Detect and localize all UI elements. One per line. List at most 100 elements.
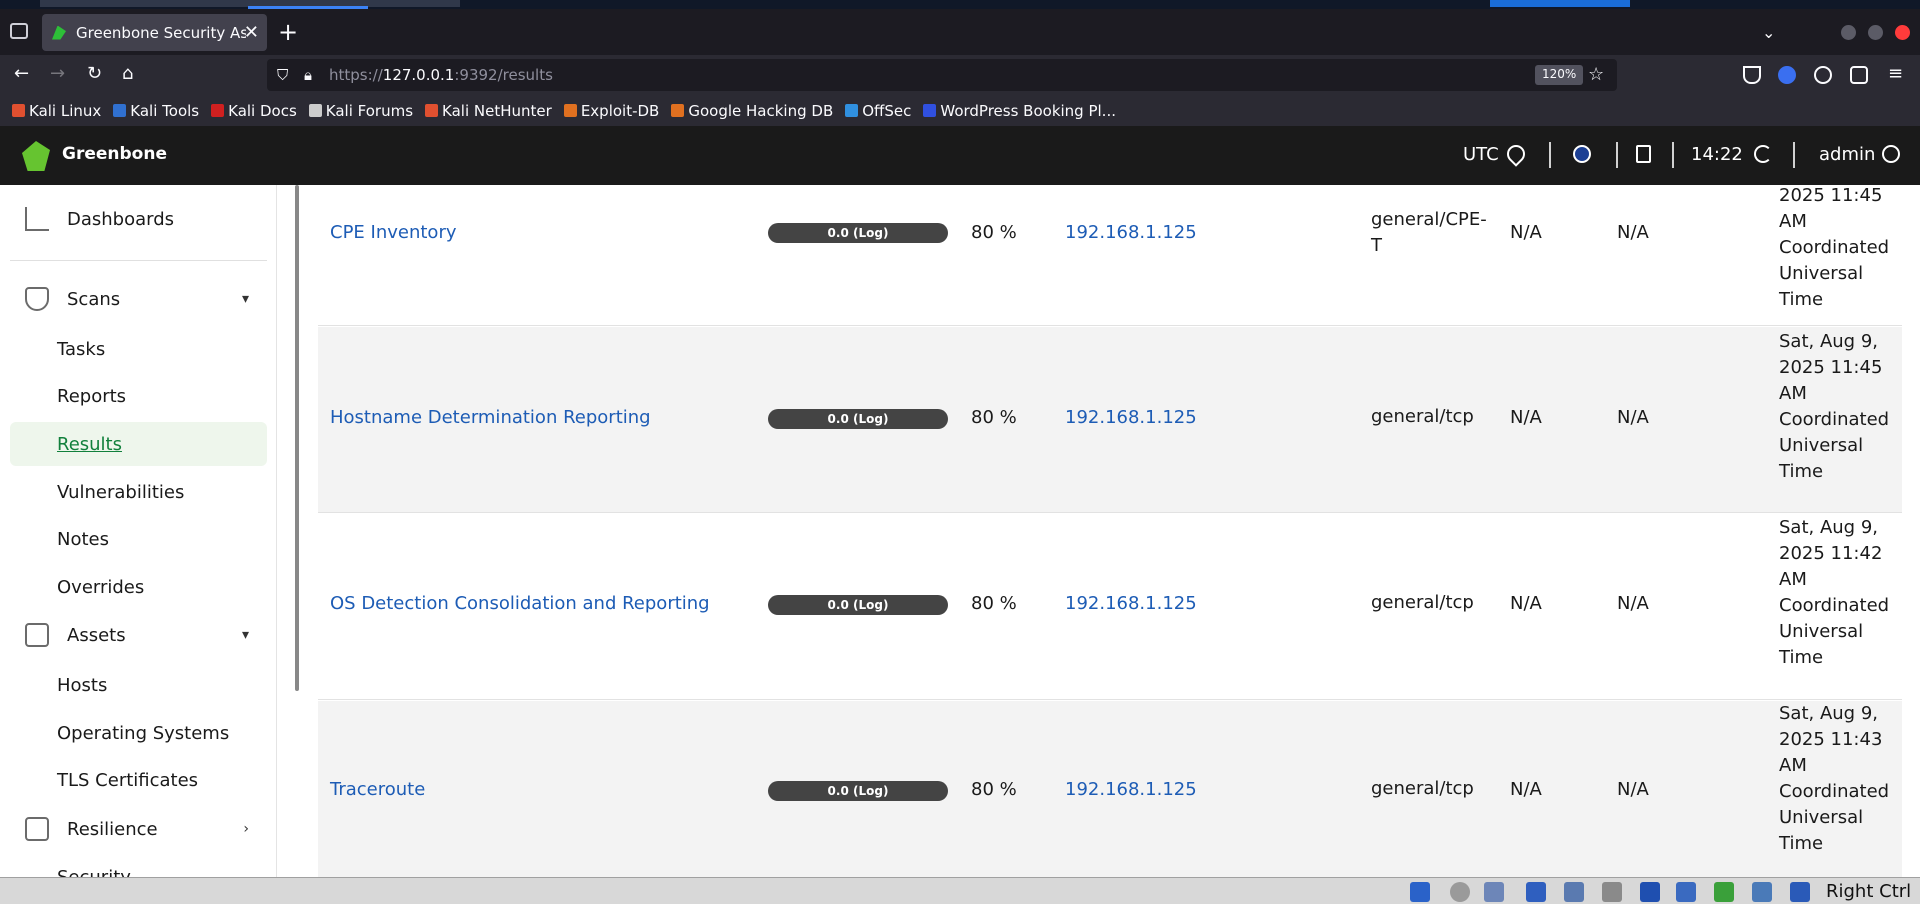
bookmark-offsec[interactable]: OffSec bbox=[845, 102, 911, 120]
severity-bar: 0.0 (Log) bbox=[768, 409, 948, 429]
bookmark-star-icon[interactable]: ☆ bbox=[1588, 64, 1604, 85]
window-close-button[interactable] bbox=[1895, 25, 1910, 40]
refresh-icon[interactable] bbox=[1754, 145, 1772, 163]
sidebar-item-resilience[interactable]: Resilience › bbox=[10, 806, 267, 852]
host-link[interactable]: 192.168.1.125 bbox=[1065, 222, 1197, 243]
host-link[interactable]: 192.168.1.125 bbox=[1065, 779, 1197, 800]
sidebar-item-assets[interactable]: Assets ▾ bbox=[10, 612, 267, 658]
home-icon[interactable]: ⌂ bbox=[122, 63, 133, 84]
vulnerability-link[interactable]: Traceroute bbox=[330, 779, 425, 800]
bookmark-exploit-db[interactable]: Exploit-DB bbox=[563, 102, 659, 120]
sidebar-divider bbox=[10, 260, 267, 261]
greenbone-logo-icon[interactable] bbox=[22, 141, 50, 171]
new-tab-icon[interactable]: + bbox=[278, 18, 298, 46]
manual-book-icon[interactable] bbox=[1636, 145, 1651, 163]
bookmark-kali-linux[interactable]: Kali Linux bbox=[12, 102, 101, 120]
vm-status-bar: Right Ctrl bbox=[0, 877, 1920, 904]
shared-folders-icon[interactable] bbox=[1602, 882, 1622, 902]
zoom-level-badge[interactable]: 120% bbox=[1535, 65, 1584, 85]
language-flag-icon[interactable] bbox=[1573, 145, 1591, 163]
pocket-icon[interactable] bbox=[1743, 66, 1761, 84]
table-row[interactable]: OS Detection Consolidation and Reporting… bbox=[318, 514, 1902, 700]
vulnerability-link[interactable]: Hostname Determination Reporting bbox=[330, 407, 651, 428]
list-all-tabs-icon[interactable]: ⌄ bbox=[1762, 23, 1775, 42]
server-stack-icon bbox=[25, 623, 49, 647]
bookmark-kali-forums[interactable]: Kali Forums bbox=[308, 102, 413, 120]
sidebar-item-hosts[interactable]: Hosts bbox=[10, 663, 267, 707]
created-value: Sat, Aug 9, 2025 11:42 AM Coordinated Un… bbox=[1779, 517, 1890, 668]
sidebar-item-vulnerabilities[interactable]: Vulnerabilities bbox=[10, 470, 267, 514]
window-minimize-button[interactable] bbox=[1841, 25, 1856, 40]
back-icon[interactable]: ← bbox=[14, 63, 29, 84]
vulnerability-link[interactable]: CPE Inventory bbox=[330, 222, 457, 243]
epss-percentile-value: N/A bbox=[1617, 407, 1649, 428]
close-tab-icon[interactable]: ✕ bbox=[244, 22, 259, 43]
sidebar-item-tls-certificates[interactable]: TLS Certificates bbox=[10, 758, 267, 802]
account-icon[interactable] bbox=[1814, 66, 1832, 84]
bookmark-google-hacking-db[interactable]: Google Hacking DB bbox=[671, 102, 833, 120]
qod-value: 80 % bbox=[971, 593, 1017, 614]
bookmark-kali-tools[interactable]: Kali Tools bbox=[113, 102, 199, 120]
sidebar-item-reports[interactable]: Reports bbox=[10, 374, 267, 418]
video-capture-icon[interactable] bbox=[1676, 882, 1696, 902]
optical-drive-icon[interactable] bbox=[1450, 882, 1470, 902]
header-divider bbox=[1616, 142, 1618, 168]
window-maximize-button[interactable] bbox=[1868, 25, 1883, 40]
table-row[interactable]: Hostname Determination Reporting 0.0 (Lo… bbox=[318, 327, 1902, 513]
audio-icon[interactable] bbox=[1484, 882, 1504, 902]
qod-value: 80 % bbox=[971, 779, 1017, 800]
url-bar[interactable]: ⛉ 🔒︎ https://127.0.0.1:9392/results 120%… bbox=[267, 59, 1617, 91]
sidebar-item-notes[interactable]: Notes bbox=[10, 517, 267, 561]
sidebar-item-operating-systems[interactable]: Operating Systems bbox=[10, 711, 267, 755]
forward-icon[interactable]: → bbox=[50, 63, 65, 84]
download-arrow-icon[interactable] bbox=[1790, 882, 1810, 902]
username[interactable]: admin bbox=[1819, 144, 1875, 165]
sidebar-item-dashboards[interactable]: Dashboards bbox=[10, 196, 267, 242]
desktop-top-panel bbox=[0, 0, 1920, 9]
location-pin-icon[interactable] bbox=[1503, 141, 1529, 167]
chevron-down-icon[interactable]: ▾ bbox=[242, 627, 249, 643]
sidebar-item-scans[interactable]: Scans ▾ bbox=[10, 276, 267, 322]
chevron-down-icon[interactable]: ▾ bbox=[242, 291, 249, 307]
sidebar-item-security[interactable]: Security bbox=[10, 855, 267, 878]
chevron-right-icon[interactable]: › bbox=[243, 821, 249, 837]
epss-score-value: N/A bbox=[1510, 779, 1542, 800]
user-icon[interactable] bbox=[1882, 145, 1900, 163]
tab-list-icon[interactable] bbox=[10, 23, 28, 39]
bookmark-kali-nethunter[interactable]: Kali NetHunter bbox=[425, 102, 552, 120]
sidebar-item-overrides[interactable]: Overrides bbox=[10, 565, 267, 609]
reload-icon[interactable]: ↻ bbox=[87, 63, 102, 84]
bookmark-kali-docs[interactable]: Kali Docs bbox=[211, 102, 297, 120]
host-link[interactable]: 192.168.1.125 bbox=[1065, 407, 1197, 428]
extension-globe-icon[interactable] bbox=[1778, 66, 1796, 84]
sidebar-item-results[interactable]: Results bbox=[10, 422, 267, 466]
menu-icon[interactable]: ≡ bbox=[1888, 63, 1903, 84]
kali-docs-icon bbox=[211, 104, 225, 117]
lock-icon[interactable]: 🔒︎ bbox=[304, 66, 312, 84]
bookmark-wordpress-booking[interactable]: WordPress Booking Pl... bbox=[923, 102, 1116, 120]
hard-disk-icon[interactable] bbox=[1410, 882, 1430, 902]
vulnerability-link[interactable]: OS Detection Consolidation and Reporting bbox=[330, 593, 710, 614]
url-text[interactable]: https://127.0.0.1:9392/results bbox=[329, 66, 553, 84]
usb-icon[interactable] bbox=[1564, 882, 1584, 902]
table-row[interactable]: Traceroute 0.0 (Log) 80 % 192.168.1.125 … bbox=[318, 701, 1902, 877]
sidebar: Dashboards Scans ▾ Tasks Reports Results… bbox=[0, 185, 277, 877]
epss-percentile-value: N/A bbox=[1617, 222, 1649, 243]
network-icon[interactable] bbox=[1526, 882, 1546, 902]
qod-value: 80 % bbox=[971, 407, 1017, 428]
epss-score-value: N/A bbox=[1510, 407, 1542, 428]
tab-greenbone[interactable]: Greenbone Security Assistant ✕ bbox=[42, 14, 267, 51]
sidebar-item-tasks[interactable]: Tasks bbox=[10, 327, 267, 371]
display-icon[interactable] bbox=[1640, 882, 1660, 902]
cpu-activity-icon[interactable] bbox=[1714, 882, 1734, 902]
location-value: general/CPE-T bbox=[1371, 209, 1487, 256]
sidebar-scrollbar[interactable] bbox=[295, 185, 299, 691]
mouse-integration-icon[interactable] bbox=[1752, 882, 1772, 902]
browser-tab-strip: Greenbone Security Assistant ✕ + ⌄ bbox=[0, 9, 1920, 55]
table-row[interactable]: CPE Inventory 0.0 (Log) 80 % 192.168.1.1… bbox=[318, 185, 1902, 326]
shield-icon[interactable]: ⛉ bbox=[277, 66, 288, 84]
host-link[interactable]: 192.168.1.125 bbox=[1065, 593, 1197, 614]
brand-name[interactable]: Greenbone bbox=[62, 144, 167, 164]
extensions-icon[interactable] bbox=[1850, 66, 1868, 84]
greenbone-header: Greenbone UTC 14:22 admin bbox=[0, 126, 1920, 185]
